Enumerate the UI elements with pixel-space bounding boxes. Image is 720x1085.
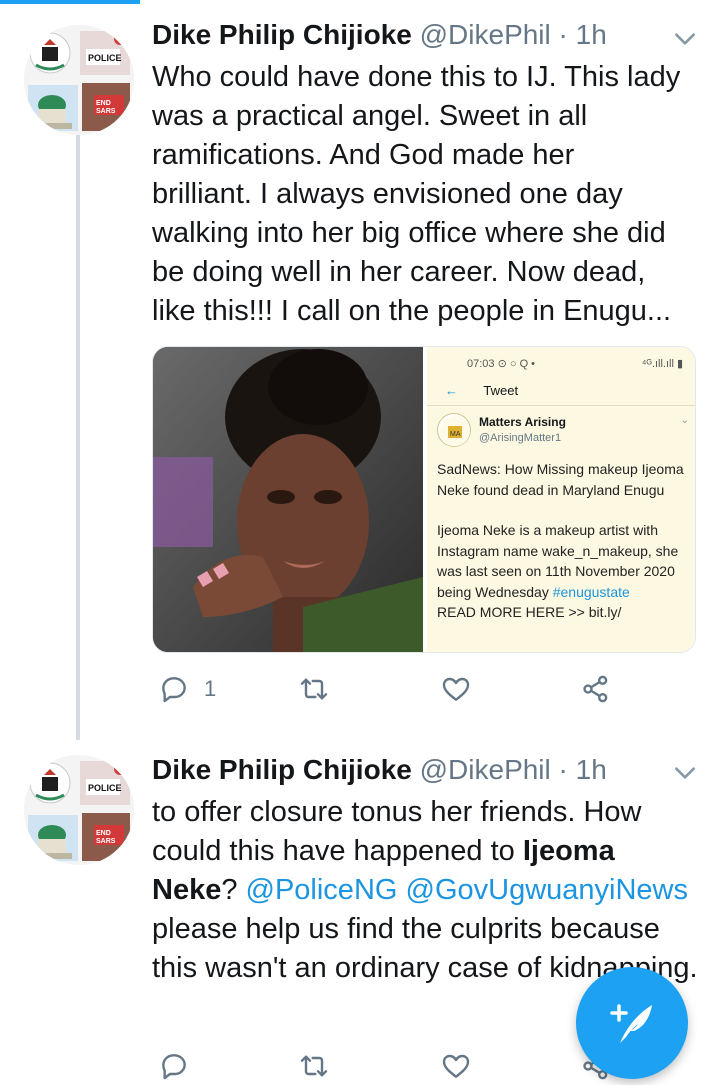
author-handle[interactable]: @DikePhil [420, 19, 551, 50]
tweet-timestamp[interactable]: 1h [576, 754, 607, 785]
portrait-photo-image [153, 347, 423, 652]
tweet-text-line: Who could have done this to IJ. This lad… [152, 61, 681, 93]
divider [427, 405, 695, 406]
tweet-2-header: Dike Philip Chijioke @DikePhil · 1h [152, 753, 607, 787]
screenshot-nav: ← Tweet [445, 383, 518, 398]
share-button[interactable] [580, 673, 612, 705]
embedded-body: Ijeoma Neke is a makeup artist with Inst… [437, 522, 679, 620]
chevron-down-icon[interactable] [672, 26, 698, 52]
mention-link[interactable]: @GovUgwuanyiNews [406, 874, 688, 906]
embedded-headline: SadNews: How Missing makeup Ijeoma Neke … [437, 461, 684, 498]
tweet-text-line: brilliant. I always envisioned one day [152, 178, 623, 210]
embedded-tweet-text: SadNews: How Missing makeup Ijeoma Neke … [437, 459, 689, 643]
tweet-2-actions [152, 1050, 652, 1085]
svg-text:END: END [96, 100, 111, 107]
retweet-button[interactable] [298, 673, 330, 705]
svg-text:SARS: SARS [96, 108, 116, 115]
header-separator: · [558, 19, 568, 50]
like-button[interactable] [440, 1050, 472, 1082]
retweet-icon [300, 1055, 328, 1077]
avatar[interactable]: POLICE END SARS [24, 25, 134, 135]
embedded-tweet-screenshot[interactable]: 07:03 ⊙ ○ Q • ⁴ᴳ.ıll.ıll ▮ ← Tweet MA Ma… [427, 347, 695, 652]
retweet-icon [300, 678, 328, 700]
author-name[interactable]: Dike Philip Chijioke [152, 754, 412, 785]
signal-battery-icon: ⁴ᴳ.ıll.ıll ▮ [641, 358, 683, 370]
chevron-down-icon[interactable] [672, 760, 698, 786]
author-handle[interactable]: @DikePhil [420, 754, 551, 785]
reply-icon [162, 677, 186, 703]
mention-link[interactable]: @PoliceNG [246, 874, 398, 906]
embedded-hashtag: #enugustate [552, 583, 630, 600]
svg-text:MA: MA [450, 431, 461, 438]
thread-connector-line [76, 135, 80, 740]
back-arrow-icon: ← [445, 383, 458, 398]
screenshot-nav-title: Tweet [483, 383, 519, 398]
reply-icon [162, 1054, 186, 1080]
reply-button[interactable] [158, 1050, 190, 1082]
svg-text:POLICE: POLICE [88, 783, 122, 793]
tweet-media[interactable]: 07:03 ⊙ ○ Q • ⁴ᴳ.ıll.ıll ▮ ← Tweet MA Ma… [152, 346, 696, 653]
svg-text:POLICE: POLICE [88, 53, 122, 63]
embedded-cutoff-line: READ MORE HERE >> bit.ly/ [437, 604, 622, 620]
compose-tweet-icon [610, 1004, 652, 1043]
heart-icon [442, 677, 470, 701]
svg-text:SARS: SARS [96, 838, 116, 845]
compose-tweet-button[interactable] [576, 967, 688, 1079]
tweet-1[interactable]: POLICE END SARS Dike Philip Chijioke @Di… [0, 0, 720, 740]
chevron-down-icon: ⌄ [680, 415, 689, 426]
tweet-text-line: be doing well in her career. Now dead, [152, 256, 646, 288]
embedded-author-name: Matters Arising [479, 415, 566, 429]
embedded-avatar: MA [437, 413, 471, 447]
header-separator: · [558, 754, 568, 785]
author-name[interactable]: Dike Philip Chijioke [152, 19, 412, 50]
status-clock: 07:03 ⊙ ○ Q • [467, 358, 536, 370]
embedded-author-handle: @ArisingMatter1 [479, 432, 562, 444]
tweet-text: Who could have done this to IJ. This lad… [152, 58, 702, 331]
heart-icon [442, 1054, 470, 1078]
share-icon [583, 675, 608, 703]
tweet-text-line: like this!!! I call on the people in Enu… [152, 295, 672, 327]
retweet-button[interactable] [298, 1050, 330, 1082]
avatar-collage-image: POLICE END SARS [24, 755, 134, 865]
avatar-collage-image: POLICE END SARS [24, 25, 134, 135]
like-button[interactable] [440, 673, 472, 705]
tweet-text-line: ramifications. And God made her [152, 139, 575, 171]
tweet-actions: 1 [152, 673, 652, 713]
avatar[interactable]: POLICE END SARS [24, 755, 134, 865]
tweet-text-line: was a practical angel. Sweet in all [152, 100, 588, 132]
tweet-header: Dike Philip Chijioke @DikePhil · 1h [152, 18, 607, 52]
tweet-text-line: walking into her big office where she di… [152, 217, 666, 249]
tweet-text-part: ? [221, 874, 246, 906]
tweet-2-text: to offer closure tonus her friends. How … [152, 793, 702, 988]
reply-count: 1 [204, 676, 217, 701]
tweet-timestamp[interactable]: 1h [576, 19, 607, 50]
portrait-photo[interactable] [153, 347, 423, 652]
svg-text:END: END [96, 830, 111, 837]
reply-button[interactable]: 1 [158, 673, 216, 705]
